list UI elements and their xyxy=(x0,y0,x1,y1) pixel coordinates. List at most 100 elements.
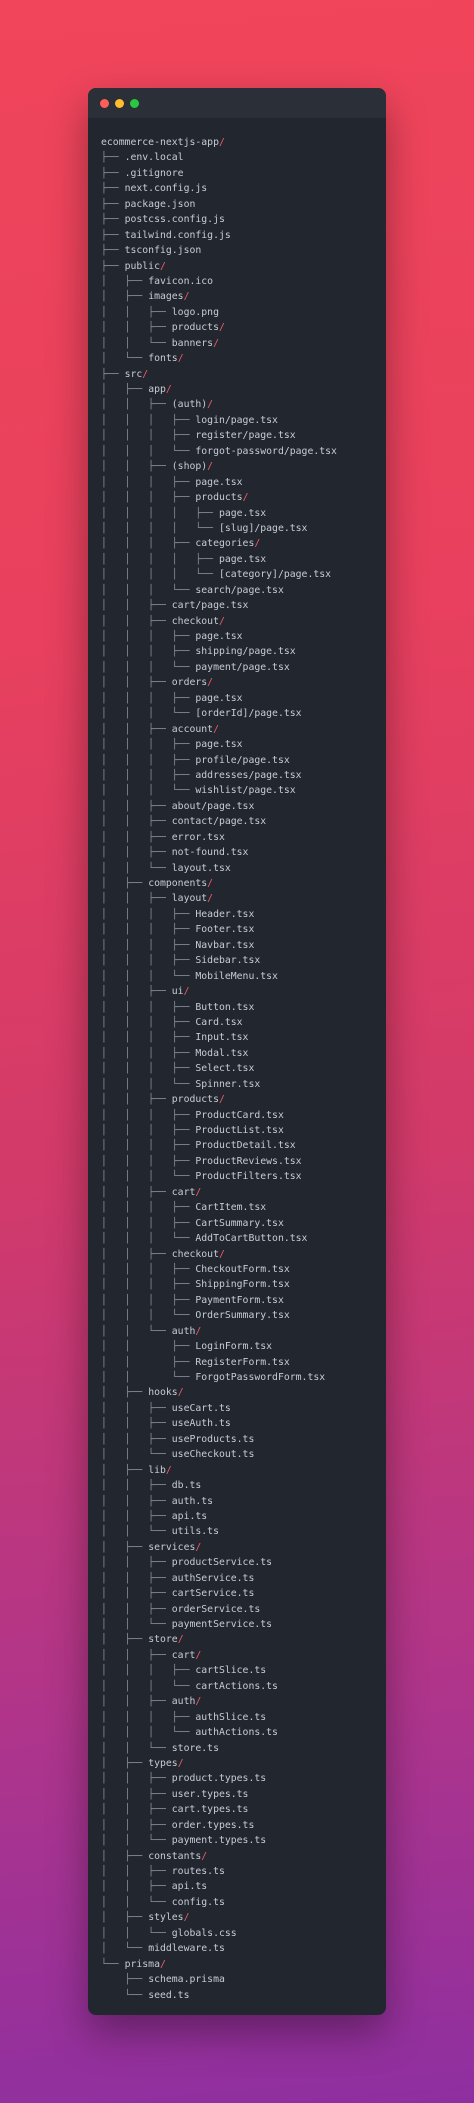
folder-name: images xyxy=(148,291,184,303)
tree-connector: │ │ └── xyxy=(101,862,172,874)
close-window-dot-icon[interactable] xyxy=(100,98,109,108)
tree-connector: │ │ ├── xyxy=(101,723,172,735)
file-name: cartSlice.ts xyxy=(195,1665,267,1677)
tree-folder-row: │ │ ├── cart/ xyxy=(101,1648,337,1663)
tree-connector: │ │ │ └── xyxy=(101,661,196,673)
tree-file-row: │ │ │ ├── Select.tsx xyxy=(101,1061,337,1076)
tree-connector: │ │ │ └── xyxy=(101,1233,196,1245)
tree-connector: │ ├── xyxy=(101,291,149,303)
file-name: globals.css xyxy=(171,1927,237,1939)
tree-connector: │ │ │ ├── xyxy=(101,1109,196,1121)
tree-file-row: │ │ ├── auth.ts xyxy=(101,1494,337,1509)
folder-slash-icon: / xyxy=(213,337,219,349)
tree-connector: │ ├── xyxy=(101,1757,149,1769)
tree-file-row: │ │ └── config.ts xyxy=(101,1895,337,1910)
tree-file-row: │ │ └── useCheckout.ts xyxy=(101,1447,337,1462)
file-name: RegisterForm.tsx xyxy=(195,1356,290,1368)
file-name: useAuth.ts xyxy=(171,1418,231,1430)
tree-connector: │ │ ├── xyxy=(101,1572,172,1584)
tree-connector: ├── xyxy=(101,260,125,272)
tree-connector: │ │ │ └── xyxy=(101,1171,196,1183)
file-name: productService.ts xyxy=(171,1557,273,1569)
tree-connector: │ │ ├── xyxy=(101,893,172,905)
folder-slash-icon: / xyxy=(159,260,166,272)
tree-file-row: ├── .gitignore xyxy=(101,166,337,181)
file-name: paymentService.ts xyxy=(171,1619,273,1630)
tree-file-row: │ │ │ └── AddToCartButton.tsx xyxy=(101,1231,337,1246)
tree-file-row: │ │ ├── about/page.tsx xyxy=(101,799,337,814)
file-name: MobileMenu.tsx xyxy=(195,970,278,982)
tree-connector: │ │ ├── xyxy=(101,677,172,689)
tree-folder-row: │ ├── store/ xyxy=(101,1632,337,1647)
file-name: forgot-password/page.tsx xyxy=(195,445,337,457)
tree-file-row: │ │ ├── authService.ts xyxy=(101,1571,337,1586)
folder-name: public xyxy=(124,260,160,272)
tree-connector: │ │ │ ├── xyxy=(101,631,196,642)
tree-connector: │ │ ├── xyxy=(101,1819,172,1831)
file-name: Modal.tsx xyxy=(195,1047,249,1059)
folder-slash-icon: / xyxy=(195,1696,202,1708)
folder-name: cart xyxy=(171,1186,196,1198)
tree-connector: │ │ ├── xyxy=(101,1480,172,1492)
tree-connector: │ │ │ ├── xyxy=(101,924,196,936)
tree-file-row: │ │ │ ├── CartItem.tsx xyxy=(101,1200,337,1215)
zoom-window-dot-icon[interactable] xyxy=(130,98,139,108)
folder-name: account xyxy=(171,723,214,735)
tree-file-row: ├── tsconfig.json xyxy=(101,243,337,258)
tree-connector: │ │ │ │ ├── xyxy=(101,507,219,519)
file-name: login/page.tsx xyxy=(195,414,278,426)
tree-file-row: │ │ │ └── cartActions.ts xyxy=(101,1679,337,1694)
tree-connector: │ │ │ ├── xyxy=(101,492,196,504)
tree-connector: │ │ │ ├── xyxy=(101,955,196,967)
tree-connector: │ │ │ ├── xyxy=(101,769,196,781)
file-name: [orderId]/page.tsx xyxy=(195,708,302,720)
tree-folder-row: │ └── fonts/ xyxy=(101,351,337,366)
tree-connector: │ │ ├── xyxy=(101,1186,172,1198)
tree-file-row: │ │ ├── useAuth.ts xyxy=(101,1416,337,1431)
tree-file-row: ├── postcss.config.js xyxy=(101,212,337,227)
folder-name: app xyxy=(148,384,166,395)
tree-connector: │ │ │ ├── xyxy=(101,1032,196,1044)
file-tree: ecommerce-nextjs-app/├── .env.local ├── .… xyxy=(101,135,337,2003)
tree-connector: │ │ │ └── xyxy=(101,445,196,457)
folder-slash-icon: / xyxy=(177,1634,184,1646)
tree-connector: │ │ │ └── xyxy=(101,1078,196,1090)
tree-connector: │ │ │ ├── xyxy=(101,754,196,766)
file-name: package.json xyxy=(124,198,196,210)
tree-connector: │ ├── xyxy=(101,1912,149,1924)
tree-connector: ├── xyxy=(101,368,125,380)
folder-name: (auth) xyxy=(171,399,208,411)
folder-name: products xyxy=(195,492,243,504)
tree-connector: │ └── xyxy=(101,353,149,365)
file-name: Button.tsx xyxy=(195,1001,255,1013)
tree-file-row: │ │ │ ├── login/page.tsx xyxy=(101,413,337,428)
tree-file-row: │ │ │ ├── page.tsx xyxy=(101,475,337,490)
minimize-window-dot-icon[interactable] xyxy=(115,98,124,108)
tree-connector: │ ├── xyxy=(101,1464,149,1476)
tree-file-row: │ │ └── store.ts xyxy=(101,1741,337,1756)
tree-connector: │ │ │ ├── xyxy=(101,1665,196,1677)
tree-folder-row: │ ├── images/ xyxy=(101,289,337,304)
tree-folder-row: │ │ ├── products/ xyxy=(101,1092,337,1107)
tree-connector: │ ├── xyxy=(101,1541,149,1553)
folder-slash-icon: / xyxy=(207,893,214,905)
folder-slash-icon: / xyxy=(195,1541,202,1553)
tree-connector: │ ├── xyxy=(101,1850,149,1862)
file-name: page.tsx xyxy=(218,507,267,519)
tree-connector: │ │ │ ├── xyxy=(101,1063,196,1075)
tree-file-row: │ │ ├── error.tsx xyxy=(101,830,337,845)
file-name: CheckoutForm.tsx xyxy=(195,1263,290,1275)
folder-slash-icon: / xyxy=(183,291,190,303)
file-name: logo.png xyxy=(171,306,219,318)
file-name: page.tsx xyxy=(195,631,243,642)
tree-folder-row: ecommerce-nextjs-app/ xyxy=(101,135,337,150)
file-name: useProducts.ts xyxy=(171,1433,255,1445)
tree-file-row: │ │ │ ├── ProductDetail.tsx xyxy=(101,1138,337,1153)
file-name: next.config.js xyxy=(124,183,208,195)
file-name: cartService.ts xyxy=(171,1588,255,1600)
tree-file-row: │ │ ├── productService.ts xyxy=(101,1555,337,1570)
file-name: register/page.tsx xyxy=(195,430,296,442)
tree-connector: │ │ ├── xyxy=(101,986,172,998)
folder-slash-icon: / xyxy=(207,878,214,889)
tree-connector: │ │ │ ├── xyxy=(101,1125,196,1136)
